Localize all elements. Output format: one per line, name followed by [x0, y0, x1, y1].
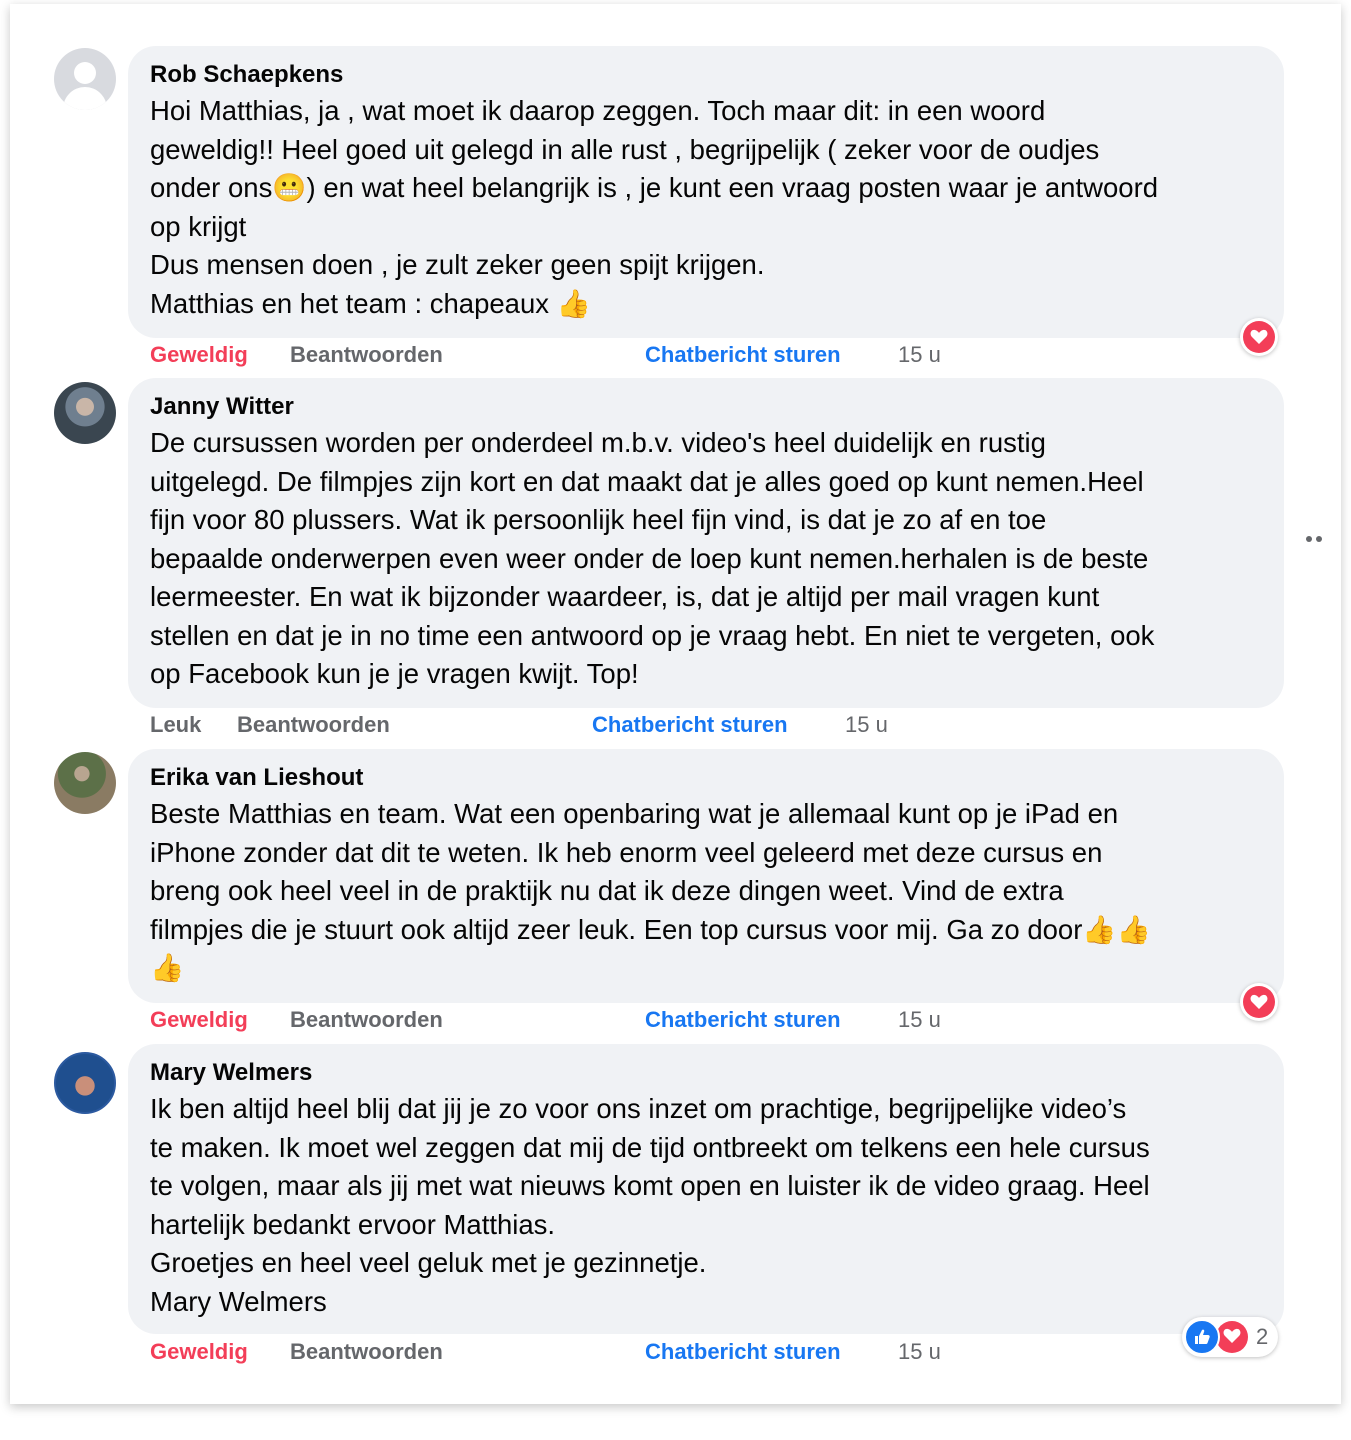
chat-button[interactable]: Chatbericht sturen: [592, 710, 788, 740]
chat-button[interactable]: Chatbericht sturen: [645, 340, 841, 370]
react-button[interactable]: Geweldig: [150, 1337, 248, 1367]
timestamp[interactable]: 15 u: [898, 1337, 941, 1367]
reply-button[interactable]: Beantwoorden: [290, 1337, 443, 1367]
comment-text: Hoi Matthias, ja , wat moet ik daarop ze…: [150, 95, 1159, 319]
comment-bubble: Erika van Lieshout Beste Matthias en tea…: [128, 749, 1284, 1003]
comment-author[interactable]: Mary Welmers: [150, 1058, 1262, 1088]
reply-button[interactable]: Beantwoorden: [290, 340, 443, 370]
chat-button[interactable]: Chatbericht sturen: [645, 1005, 841, 1035]
avatar[interactable]: [54, 382, 116, 444]
reaction-badge[interactable]: [1240, 318, 1278, 356]
comment-bubble: Janny Witter De cursussen worden per ond…: [128, 378, 1284, 708]
reaction-count: 2: [1256, 1324, 1269, 1349]
comment-text: Beste Matthias en team. Wat een openbari…: [150, 798, 1151, 983]
timestamp[interactable]: 15 u: [898, 1005, 941, 1035]
reply-button[interactable]: Beantwoorden: [290, 1005, 443, 1035]
timestamp[interactable]: 15 u: [845, 710, 888, 740]
more-dots-icon[interactable]: [1306, 534, 1326, 544]
chat-button[interactable]: Chatbericht sturen: [645, 1337, 841, 1367]
heart-icon: [1243, 321, 1275, 353]
reply-button[interactable]: Beantwoorden: [237, 710, 390, 740]
avatar[interactable]: [54, 752, 116, 814]
timestamp[interactable]: 15 u: [898, 340, 941, 370]
avatar[interactable]: [54, 1052, 116, 1114]
comment-author[interactable]: Erika van Lieshout: [150, 763, 1262, 793]
comment-text: De cursussen worden per onderdeel m.b.v.…: [150, 427, 1155, 689]
avatar[interactable]: [54, 48, 116, 110]
reaction-badge[interactable]: [1240, 983, 1278, 1021]
react-button[interactable]: Geweldig: [150, 340, 248, 370]
react-button[interactable]: Geweldig: [150, 1005, 248, 1035]
react-button[interactable]: Leuk: [150, 710, 201, 740]
comment-author[interactable]: Rob Schaepkens: [150, 60, 1262, 90]
heart-icon: [1216, 1321, 1248, 1353]
comment-text: Ik ben altijd heel blij dat jij je zo vo…: [150, 1093, 1150, 1317]
reaction-badge[interactable]: 2: [1182, 1317, 1278, 1357]
comment-bubble: Mary Welmers Ik ben altijd heel blij dat…: [128, 1044, 1284, 1334]
comment-author[interactable]: Janny Witter: [150, 392, 1262, 422]
heart-icon: [1243, 986, 1275, 1018]
thumbs-up-icon: [1184, 1319, 1220, 1355]
comment-bubble: Rob Schaepkens Hoi Matthias, ja , wat mo…: [128, 46, 1284, 338]
comments-panel: Rob Schaepkens Hoi Matthias, ja , wat mo…: [10, 4, 1341, 1404]
